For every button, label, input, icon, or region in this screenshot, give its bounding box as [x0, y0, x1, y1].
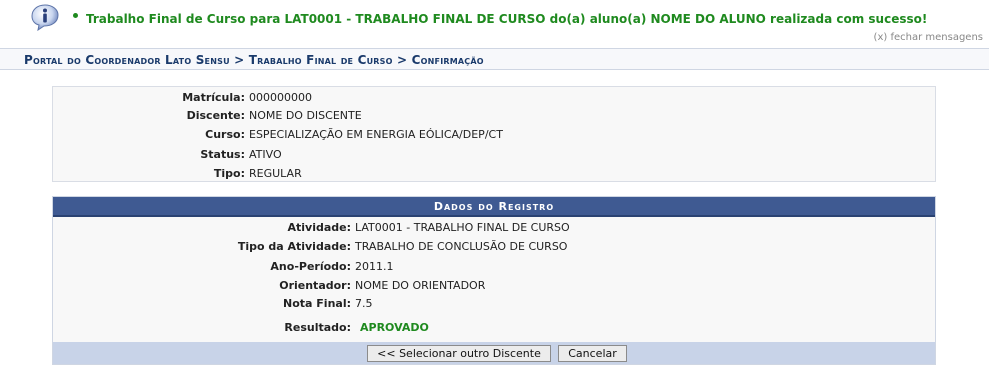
tipo-atividade-value: TRABALHO DE CONCLUSÃO DE CURSO: [355, 240, 568, 253]
curso-row: Curso: ESPECIALIZAÇÃO EM ENERGIA EÓLICA/…: [53, 128, 937, 144]
tipo-atividade-row: Tipo da Atividade: TRABALHO DE CONCLUSÃO…: [53, 240, 935, 256]
matricula-value: 000000000: [249, 91, 312, 104]
breadcrumb-bar: Portal do Coordenador Lato Sensu > Traba…: [0, 48, 989, 70]
message-area: Trabalho Final de Curso para LAT0001 - T…: [0, 0, 989, 44]
tipo-value: REGULAR: [249, 167, 302, 180]
orientador-label: Orientador:: [279, 279, 351, 292]
registro-footer: << Selecionar outro Discente Cancelar: [53, 342, 935, 364]
registro-panel: Dados do Registro Atividade: LAT0001 - T…: [52, 196, 936, 365]
select-other-student-button[interactable]: << Selecionar outro Discente: [367, 345, 551, 362]
matricula-row: Matrícula: 000000000: [53, 91, 937, 107]
ano-periodo-label: Ano-Período:: [270, 260, 351, 273]
atividade-row: Atividade: LAT0001 - TRABALHO FINAL DE C…: [53, 221, 935, 237]
discente-label: Discente:: [186, 109, 245, 122]
nota-row: Nota Final: 7.5: [53, 297, 935, 313]
atividade-value: LAT0001 - TRABALHO FINAL DE CURSO: [355, 221, 570, 234]
student-info-panel: Matrícula: 000000000 Discente: NOME DO D…: [52, 86, 936, 182]
nota-label: Nota Final:: [283, 297, 351, 310]
curso-value: ESPECIALIZAÇÃO EM ENERGIA EÓLICA/DEP/CT: [249, 128, 503, 141]
tipo-atividade-label: Tipo da Atividade:: [237, 240, 351, 253]
orientador-value: NOME DO ORIENTADOR: [355, 279, 486, 292]
info-icon: [31, 4, 59, 31]
bullet-icon: [73, 13, 78, 18]
discente-row: Discente: NOME DO DISCENTE: [53, 109, 937, 125]
registro-caption: Dados do Registro: [53, 197, 935, 217]
matricula-label: Matrícula:: [182, 91, 245, 104]
tipo-row: Tipo: REGULAR: [53, 167, 937, 183]
orientador-row: Orientador: NOME DO ORIENTADOR: [53, 279, 935, 295]
status-row: Status: ATIVO: [53, 148, 937, 164]
status-label: Status:: [200, 148, 245, 161]
atividade-label: Atividade:: [287, 221, 351, 234]
discente-value: NOME DO DISCENTE: [249, 109, 362, 122]
breadcrumb: Portal do Coordenador Lato Sensu > Traba…: [24, 53, 484, 67]
resultado-label: Resultado:: [284, 321, 351, 334]
nota-value: 7.5: [355, 297, 373, 310]
ano-periodo-value: 2011.1: [355, 260, 394, 273]
resultado-row: Resultado: APROVADO: [53, 321, 935, 337]
curso-label: Curso:: [205, 128, 245, 141]
resultado-value: APROVADO: [360, 321, 429, 334]
close-messages-link[interactable]: (x) fechar mensagens: [874, 32, 983, 43]
success-message: Trabalho Final de Curso para LAT0001 - T…: [86, 12, 928, 26]
tipo-label: Tipo:: [213, 167, 245, 180]
ano-periodo-row: Ano-Período: 2011.1: [53, 260, 935, 276]
cancel-button[interactable]: Cancelar: [558, 345, 627, 362]
status-value: ATIVO: [249, 148, 282, 161]
